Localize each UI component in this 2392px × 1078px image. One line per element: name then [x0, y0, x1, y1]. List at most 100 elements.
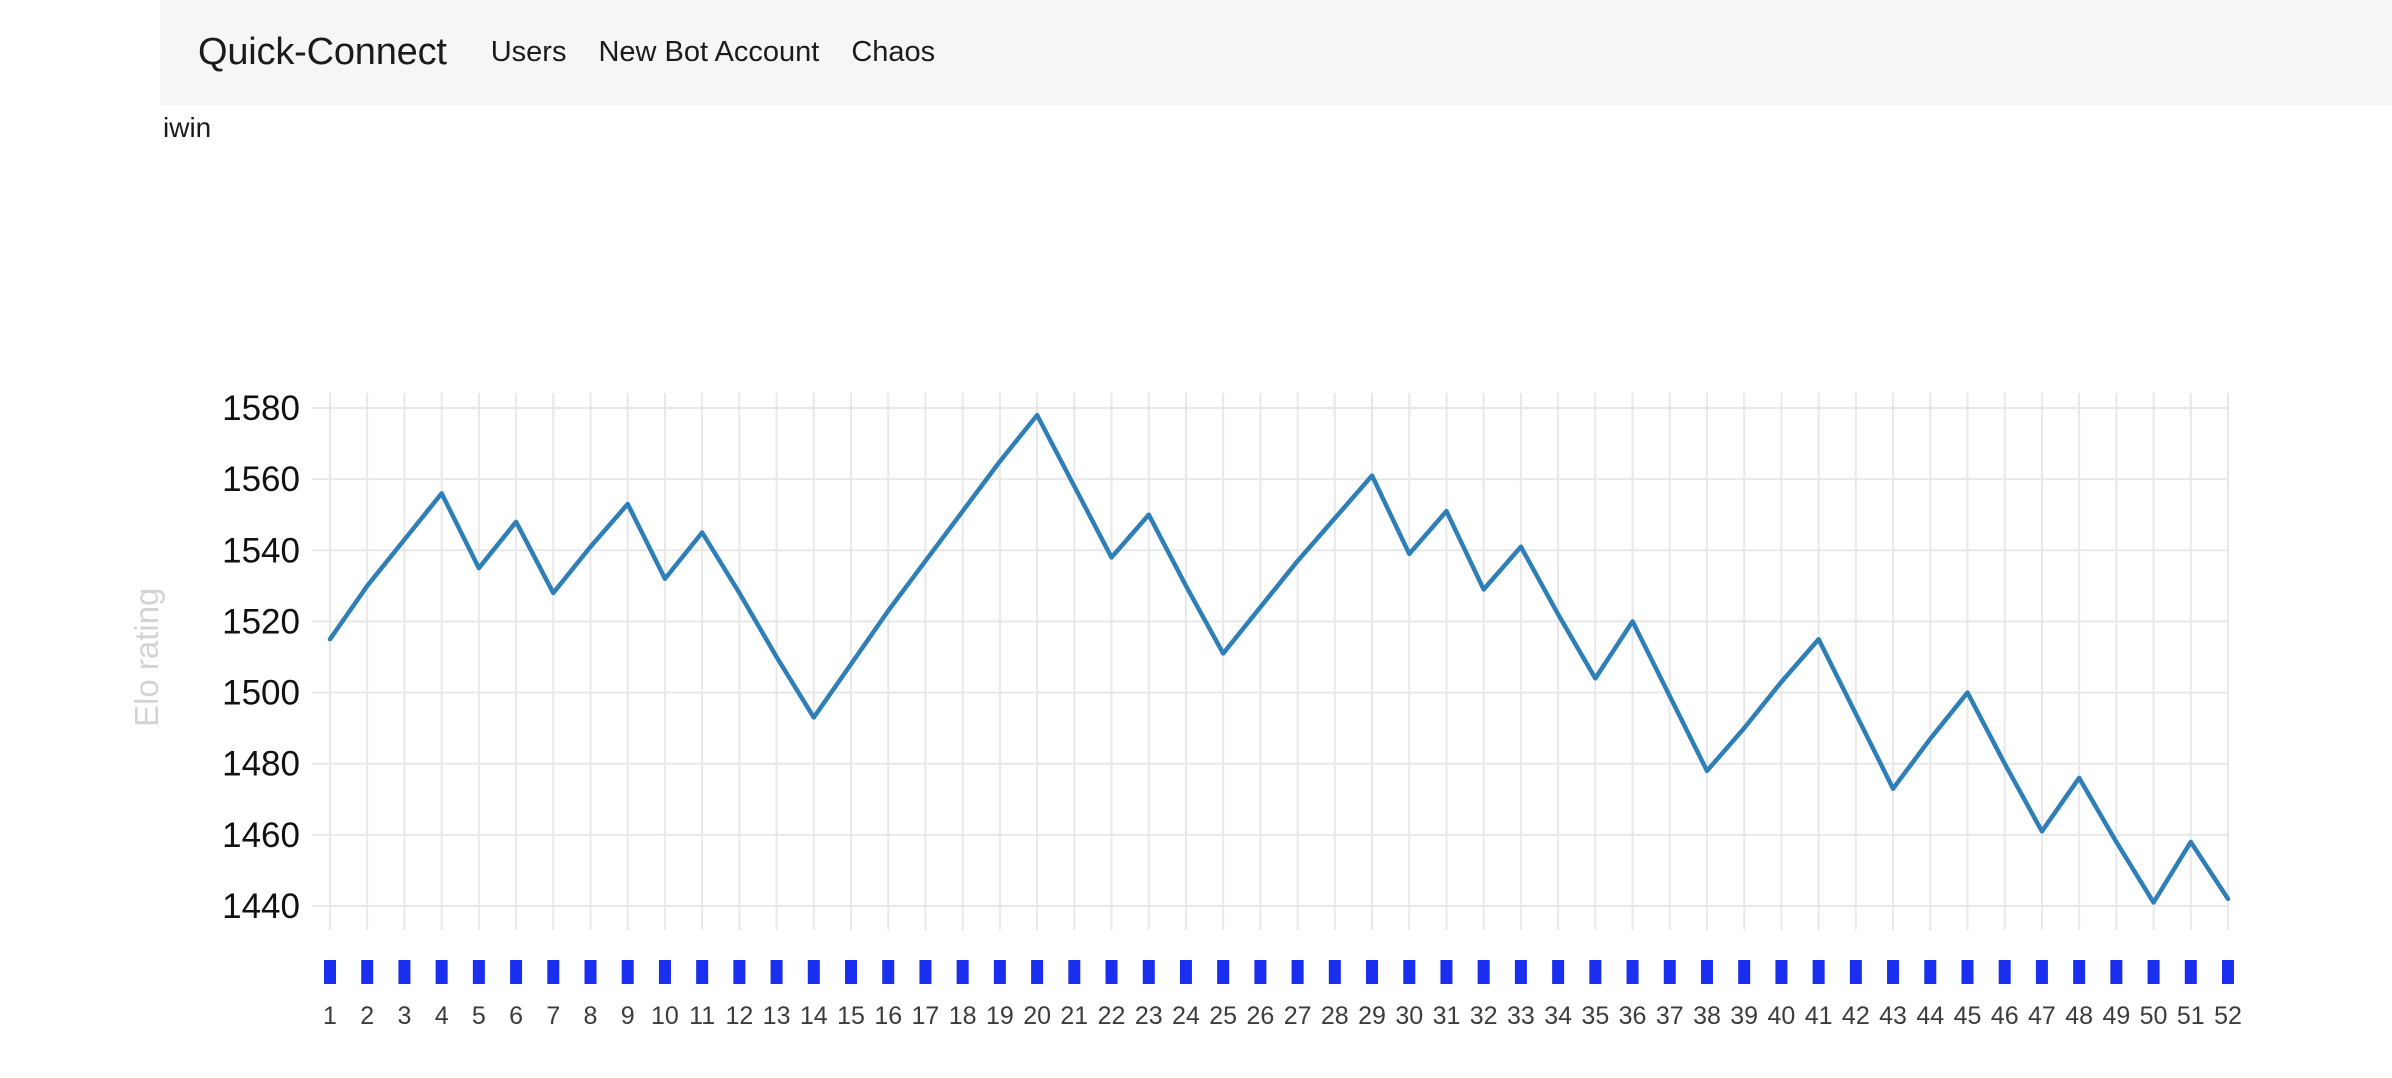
x-axis-marker	[510, 960, 523, 984]
y-axis-ticks: 1440 1460 1480 1500 1520 1540 1560 1580	[222, 389, 300, 926]
x-tick-label: 30	[1395, 1002, 1423, 1030]
x-tick-label: 39	[1730, 1002, 1758, 1030]
x-tick-label: 18	[949, 1002, 977, 1030]
y-tick-label: 1580	[222, 389, 300, 428]
nav-link-users[interactable]: Users	[491, 36, 567, 69]
x-axis-marker	[1403, 960, 1416, 984]
x-axis-marker	[361, 960, 374, 984]
x-axis-marker	[733, 960, 746, 984]
x-axis-marker	[807, 960, 820, 984]
x-tick-label: 28	[1321, 1002, 1349, 1030]
x-axis-marker	[1589, 960, 1602, 984]
x-tick-label: 15	[837, 1002, 865, 1030]
y-tick-label: 1520	[222, 602, 300, 641]
x-axis-marker	[1700, 960, 1713, 984]
x-tick-label: 33	[1507, 1002, 1535, 1030]
x-axis-marker	[584, 960, 597, 984]
x-axis-marker	[2073, 960, 2086, 984]
x-tick-label: 35	[1581, 1002, 1609, 1030]
x-axis-marker	[1663, 960, 1676, 984]
x-axis-marker	[1328, 960, 1341, 984]
brand-title[interactable]: Quick-Connect	[198, 31, 447, 74]
x-tick-label: 36	[1619, 1002, 1647, 1030]
y-tick-label: 1560	[222, 460, 300, 499]
x-axis-marker	[993, 960, 1006, 984]
x-axis-marker	[770, 960, 783, 984]
x-tick-label: 42	[1842, 1002, 1870, 1030]
nav-link-chaos[interactable]: Chaos	[851, 36, 935, 69]
x-axis-marker	[1626, 960, 1639, 984]
top-navbar: Quick-Connect Users New Bot Account Chao…	[160, 0, 2392, 105]
x-axis-marker	[1068, 960, 1081, 984]
x-tick-label: 47	[2028, 1002, 2056, 1030]
y-axis-label: Elo rating	[128, 588, 165, 727]
x-tick-label: 40	[1768, 1002, 1796, 1030]
x-tick-label: 43	[1879, 1002, 1907, 1030]
x-tick-label: 19	[986, 1002, 1014, 1030]
x-tick-label: 23	[1135, 1002, 1163, 1030]
x-axis-marker	[1179, 960, 1192, 984]
x-axis-markers	[324, 960, 2234, 984]
x-axis-marker	[1514, 960, 1527, 984]
x-tick-label: 12	[725, 1002, 753, 1030]
x-tick-label: 16	[874, 1002, 902, 1030]
x-axis-marker	[2035, 960, 2048, 984]
x-tick-label: 26	[1246, 1002, 1274, 1030]
x-axis-marker	[1961, 960, 1974, 984]
x-axis-marker	[919, 960, 932, 984]
y-tick-label: 1500	[222, 674, 300, 713]
chart-gridlines	[312, 393, 2229, 930]
x-tick-label: 14	[800, 1002, 828, 1030]
x-axis-marker	[1142, 960, 1155, 984]
x-axis-marker	[1031, 960, 1044, 984]
x-axis-marker	[435, 960, 448, 984]
y-tick-label: 1540	[222, 531, 300, 570]
x-axis-marker	[1291, 960, 1304, 984]
y-tick-label: 1480	[222, 745, 300, 784]
x-axis-marker	[696, 960, 709, 984]
x-tick-label: 48	[2065, 1002, 2093, 1030]
x-tick-label: 45	[1954, 1002, 1982, 1030]
x-axis-marker	[1998, 960, 2011, 984]
x-axis-marker	[2184, 960, 2197, 984]
x-tick-label: 5	[472, 1002, 486, 1030]
x-tick-label: 7	[546, 1002, 560, 1030]
nav-links: Users New Bot Account Chaos	[491, 36, 935, 69]
x-tick-label: 11	[689, 1002, 715, 1030]
x-axis-marker	[398, 960, 411, 984]
x-axis-marker	[1887, 960, 1900, 984]
x-tick-label: 8	[584, 1002, 598, 1030]
x-axis-marker	[1440, 960, 1453, 984]
x-tick-label: 49	[2102, 1002, 2130, 1030]
x-axis-marker	[2147, 960, 2160, 984]
x-tick-label: 20	[1023, 1002, 1051, 1030]
nav-link-new-bot-account[interactable]: New Bot Account	[598, 36, 819, 69]
x-tick-label: 31	[1433, 1002, 1461, 1030]
x-tick-label: 29	[1358, 1002, 1386, 1030]
x-tick-label: 4	[435, 1002, 449, 1030]
x-axis-marker	[324, 960, 336, 984]
x-axis-marker	[1924, 960, 1937, 984]
x-axis-marker	[2110, 960, 2123, 984]
x-tick-label: 10	[651, 1002, 679, 1030]
x-tick-label: 9	[621, 1002, 635, 1030]
x-axis-marker	[956, 960, 969, 984]
x-tick-label: 1	[323, 1002, 337, 1030]
x-tick-label: 34	[1544, 1002, 1572, 1030]
x-tick-label: 27	[1284, 1002, 1312, 1030]
x-tick-label: 6	[509, 1002, 523, 1030]
x-tick-label: 37	[1656, 1002, 1684, 1030]
x-axis-marker	[2222, 960, 2234, 984]
y-tick-label: 1460	[222, 816, 300, 855]
x-axis-marker	[1812, 960, 1825, 984]
x-tick-label: 52	[2214, 1002, 2242, 1030]
x-axis-marker	[621, 960, 634, 984]
x-tick-label: 21	[1060, 1002, 1088, 1030]
x-tick-label: 3	[397, 1002, 411, 1030]
x-axis-marker	[1775, 960, 1788, 984]
username-label: iwin	[163, 112, 212, 143]
x-axis-marker	[472, 960, 485, 984]
x-tick-label: 51	[2177, 1002, 2205, 1030]
x-tick-label: 2	[360, 1002, 374, 1030]
x-axis-marker	[1105, 960, 1118, 984]
